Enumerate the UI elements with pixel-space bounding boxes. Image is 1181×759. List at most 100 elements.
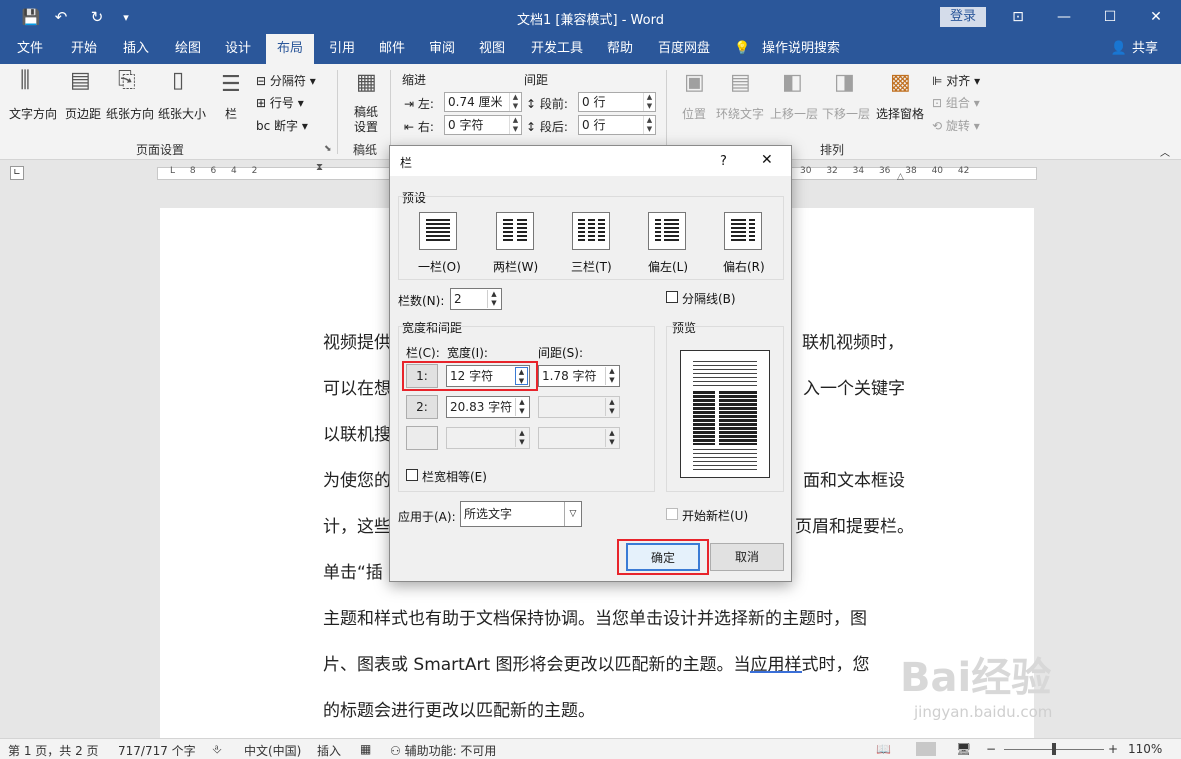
send-backward-button[interactable]: 下移一层 xyxy=(822,105,870,122)
tab-insert[interactable]: 插入 xyxy=(114,34,158,64)
preset-two-label[interactable]: 两栏(W) xyxy=(493,258,538,275)
apply-to-label: 应用于(A): xyxy=(398,510,456,524)
proofing-icon[interactable]: ⎀ xyxy=(212,742,222,757)
text-direction-button[interactable]: 文字方向 xyxy=(9,105,57,122)
tab-design[interactable]: 设计 xyxy=(216,34,260,64)
columns-button[interactable]: 栏 xyxy=(225,105,237,122)
tab-references[interactable]: 引用 xyxy=(320,34,364,64)
preset-one-label[interactable]: 一栏(O) xyxy=(418,258,461,275)
indent-right-input[interactable]: 0 字符 ▲ ▼ xyxy=(444,115,522,135)
spinner-arrows[interactable]: ▲ ▼ xyxy=(509,93,521,111)
tab-home[interactable]: 开始 xyxy=(62,34,106,64)
tell-me-search[interactable]: 操作说明搜索 xyxy=(756,34,846,64)
macro-icon[interactable]: ▦ xyxy=(360,742,371,756)
spinner-arrows[interactable]: ▲ ▼ xyxy=(487,290,500,308)
preset-right-label[interactable]: 偏右(R) xyxy=(723,258,765,275)
column-1-spacing-input[interactable]: 1.78 字符 ▲ ▼ xyxy=(538,365,620,387)
apply-to-select[interactable]: 所选文字 ▽ xyxy=(460,501,582,527)
column-2-width-input[interactable]: 20.83 字符 ▲ ▼ xyxy=(446,396,530,418)
spinner-arrows[interactable]: ▲ ▼ xyxy=(515,398,528,416)
chevron-down-icon[interactable]: ▽ xyxy=(564,502,581,526)
grammar-underline xyxy=(750,671,802,673)
spacing-before-label: ↕ 段前: xyxy=(526,97,568,111)
share-button[interactable]: 共享 xyxy=(1128,34,1162,64)
preset-left-label[interactable]: 偏左(L) xyxy=(648,258,688,275)
line-numbers-button[interactable]: ⊞ 行号 ▾ xyxy=(256,94,304,111)
tab-file[interactable]: 文件 xyxy=(8,34,52,64)
lightbulb-icon: 💡 xyxy=(734,41,751,56)
maximize-icon[interactable]: ☐ xyxy=(1087,0,1133,34)
accessibility-status[interactable]: ⚇ 辅助功能: 不可用 xyxy=(390,742,496,759)
size-button[interactable]: 纸张大小 xyxy=(158,105,206,122)
align-button[interactable]: ⊫ 对齐 ▾ xyxy=(932,72,980,89)
orientation-button[interactable]: 纸张方向 xyxy=(106,105,154,122)
tab-selector-icon[interactable]: ∟ xyxy=(10,166,24,180)
spinner-arrows[interactable]: ▲ ▼ xyxy=(643,116,655,134)
insert-mode[interactable]: 插入 xyxy=(317,742,341,759)
column-1-spacing-value: 1.78 字符 xyxy=(542,369,597,383)
equal-width-label[interactable]: 栏宽相等(E) xyxy=(422,468,487,485)
language-indicator[interactable]: 中文(中国) xyxy=(244,742,301,759)
tab-review[interactable]: 审阅 xyxy=(420,34,464,64)
tab-developer[interactable]: 开发工具 xyxy=(526,34,588,64)
page-count[interactable]: 第 1 页，共 2 页 xyxy=(8,742,99,759)
group-button[interactable]: ⊡ 组合 ▾ xyxy=(932,94,980,111)
indent-marker-icon[interactable]: ⧗ xyxy=(316,162,323,173)
indent-left-input[interactable]: 0.74 厘米 ▲ ▼ xyxy=(444,92,522,112)
equal-width-checkbox[interactable] xyxy=(406,469,418,481)
print-layout-icon[interactable] xyxy=(916,742,936,756)
minimize-icon[interactable]: — xyxy=(1041,0,1087,34)
margins-button[interactable]: 页边距 xyxy=(65,105,101,122)
bring-forward-button[interactable]: 上移一层 xyxy=(770,105,818,122)
align-label: 对齐 xyxy=(946,74,971,88)
spacing-after-input[interactable]: 0 行 ▲ ▼ xyxy=(578,115,656,135)
close-icon[interactable]: ✕ xyxy=(1133,0,1179,34)
preset-three-label[interactable]: 三栏(T) xyxy=(571,258,612,275)
selection-pane-button[interactable]: 选择窗格 xyxy=(876,105,924,122)
indent-right-text: 右: xyxy=(417,120,434,134)
preset-one-column[interactable] xyxy=(419,212,457,250)
num-columns-value: 2 xyxy=(454,292,462,306)
draft-paper-setup-button[interactable]: 稿纸设置 xyxy=(354,105,380,135)
right-indent-marker-icon[interactable]: △ xyxy=(897,172,904,182)
dialog-close-button[interactable]: ✕ xyxy=(761,152,773,168)
spacing-before-input[interactable]: 0 行 ▲ ▼ xyxy=(578,92,656,112)
zoom-in-icon[interactable]: + xyxy=(1108,742,1118,756)
tab-layout[interactable]: 布局 xyxy=(266,34,314,64)
zoom-slider-thumb[interactable] xyxy=(1052,743,1056,755)
web-layout-icon[interactable]: 🖥 xyxy=(956,742,971,756)
num-columns-input[interactable]: 2 ▲ ▼ xyxy=(450,288,502,310)
collapse-ribbon-icon[interactable]: ︿ xyxy=(1160,144,1170,159)
person-icon: 👤 xyxy=(1110,41,1128,56)
tab-view[interactable]: 视图 xyxy=(470,34,514,64)
tab-help[interactable]: 帮助 xyxy=(598,34,642,64)
word-count[interactable]: 717/717 个字 xyxy=(118,742,196,759)
spinner-arrows[interactable]: ▲ ▼ xyxy=(605,367,618,385)
dialog-titlebar xyxy=(390,146,791,176)
preset-left[interactable] xyxy=(648,212,686,250)
line-between-checkbox[interactable] xyxy=(666,291,678,303)
tab-mailings[interactable]: 邮件 xyxy=(370,34,414,64)
help-button[interactable]: ? xyxy=(720,154,727,169)
preset-right[interactable] xyxy=(724,212,762,250)
hyphenation-button[interactable]: bc 断字 ▾ xyxy=(256,117,308,134)
zoom-out-icon[interactable]: − xyxy=(986,742,996,756)
spinner-arrows[interactable]: ▲ ▼ xyxy=(643,93,655,111)
preset-two-columns[interactable] xyxy=(496,212,534,250)
wrap-text-button[interactable]: 环绕文字 xyxy=(716,105,764,122)
send-backward-icon: ◨ xyxy=(834,70,855,95)
line-between-label[interactable]: 分隔线(B) xyxy=(682,290,736,307)
read-mode-icon[interactable]: 📖 xyxy=(876,742,891,756)
login-button[interactable]: 登录 xyxy=(940,7,986,27)
spinner-arrows[interactable]: ▲ ▼ xyxy=(509,116,521,134)
preset-three-columns[interactable] xyxy=(572,212,610,250)
cancel-button[interactable]: 取消 xyxy=(710,543,784,571)
rotate-button[interactable]: ⟲ 旋转 ▾ xyxy=(932,117,980,134)
ribbon-display-icon[interactable]: ⊡ xyxy=(995,0,1041,34)
tab-baidu-netdisk[interactable]: 百度网盘 xyxy=(652,34,716,64)
tab-draw[interactable]: 绘图 xyxy=(166,34,210,64)
zoom-level[interactable]: 110% xyxy=(1128,742,1162,756)
breaks-button[interactable]: ⊟ 分隔符 ▾ xyxy=(256,72,316,89)
position-button[interactable]: 位置 xyxy=(682,105,706,122)
dialog-launcher-icon[interactable]: ⬊ xyxy=(324,144,332,154)
